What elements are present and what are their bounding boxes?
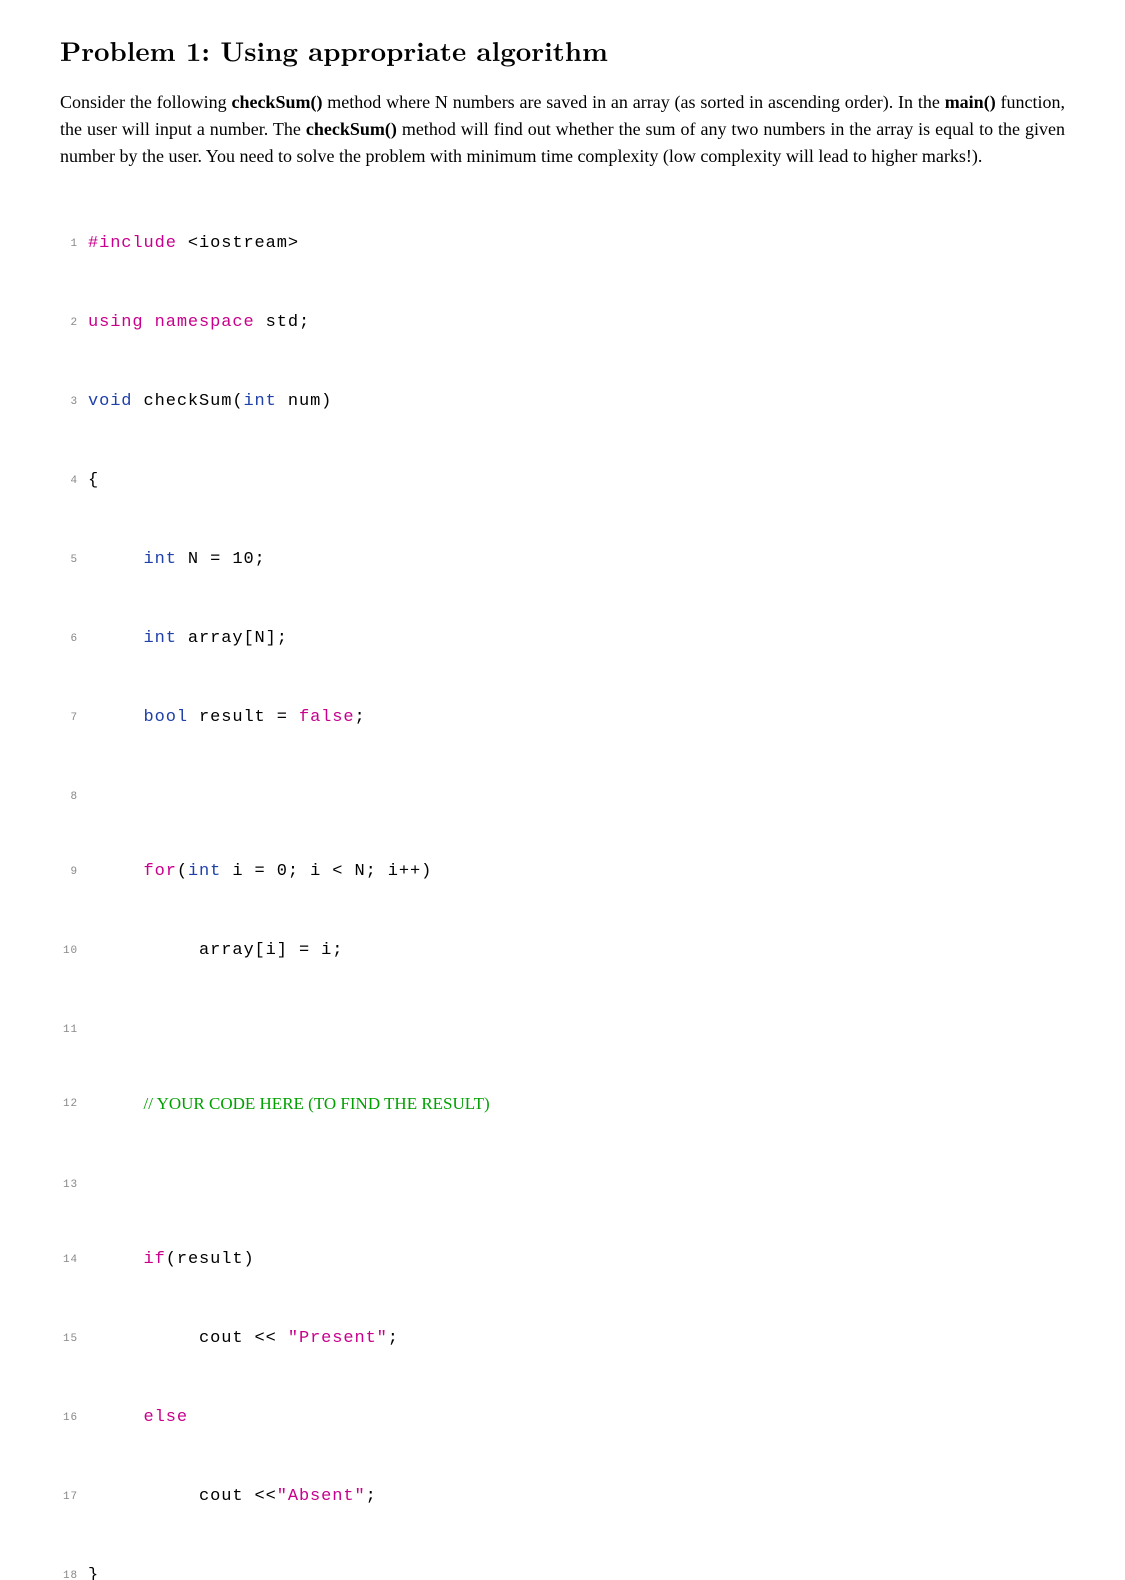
- keyword-token: for: [144, 862, 177, 881]
- code-line: 1#include <iostream>: [60, 231, 1065, 257]
- line-number: 16: [60, 1405, 88, 1431]
- code-text: array[i] = i;: [199, 941, 343, 960]
- code-text: [88, 784, 1065, 806]
- keyword-token: false: [299, 708, 355, 727]
- keyword-token: namespace: [155, 313, 255, 332]
- code-text: [88, 1017, 1065, 1039]
- line-number: 6: [60, 626, 88, 652]
- line-number: 13: [60, 1172, 88, 1194]
- code-text: array[N];: [177, 629, 288, 648]
- line-number: 10: [60, 938, 88, 964]
- keyword-token: else: [144, 1408, 188, 1427]
- code-line: 13: [60, 1172, 1065, 1194]
- code-text: [88, 1172, 1065, 1194]
- code-line: 2using namespace std;: [60, 310, 1065, 336]
- line-number: 5: [60, 547, 88, 573]
- code-text: result =: [188, 708, 299, 727]
- desc-bold-main: main(): [945, 92, 996, 112]
- string-token: "Present": [288, 1329, 388, 1348]
- desc-bold-checksum-2: checkSum(): [306, 119, 397, 139]
- code-text: }: [88, 1563, 1065, 1580]
- line-number: 7: [60, 705, 88, 731]
- type-token: int: [243, 392, 276, 411]
- type-token: bool: [144, 708, 188, 727]
- code-line: 18}: [60, 1563, 1065, 1580]
- code-text: i = 0; i < N; i++): [221, 862, 432, 881]
- problem-title: Problem 1: Using appropriate algorithm: [60, 30, 1065, 69]
- line-number: 14: [60, 1247, 88, 1273]
- line-number: 15: [60, 1326, 88, 1352]
- code-text: <iostream>: [177, 234, 299, 253]
- line-number: 8: [60, 784, 88, 806]
- line-number: 11: [60, 1017, 88, 1039]
- code-text: std;: [255, 313, 311, 332]
- line-number: 9: [60, 859, 88, 885]
- code-text: checkSum(: [132, 392, 243, 411]
- desc-bold-checksum: checkSum(): [231, 92, 322, 112]
- code-line: 8: [60, 784, 1065, 806]
- code-listing: 1#include <iostream> 2using namespace st…: [60, 178, 1065, 1580]
- preprocessor-token: #include: [88, 234, 177, 253]
- line-number: 18: [60, 1563, 88, 1580]
- code-line: 6 int array[N];: [60, 626, 1065, 652]
- code-text: cout <<: [199, 1487, 277, 1506]
- code-text: cout <<: [199, 1329, 288, 1348]
- code-line: 9 for(int i = 0; i < N; i++): [60, 859, 1065, 885]
- line-number: 2: [60, 310, 88, 336]
- code-text: (result): [166, 1250, 255, 1269]
- line-number: 4: [60, 468, 88, 494]
- code-line: 12 // YOUR CODE HERE (TO FIND THE RESULT…: [60, 1091, 1065, 1119]
- code-line: 14 if(result): [60, 1247, 1065, 1273]
- code-line: 7 bool result = false;: [60, 705, 1065, 731]
- code-line: 3void checkSum(int num): [60, 389, 1065, 415]
- type-token: int: [144, 550, 177, 569]
- code-line: 4{: [60, 468, 1065, 494]
- type-token: int: [188, 862, 221, 881]
- code-line: 15 cout << "Present";: [60, 1326, 1065, 1352]
- code-text: ;: [366, 1487, 377, 1506]
- comment-token: // YOUR CODE HERE (TO FIND THE RESULT): [144, 1094, 490, 1113]
- keyword-token: if: [144, 1250, 166, 1269]
- string-token: "Absent": [277, 1487, 366, 1506]
- code-text: ;: [354, 708, 365, 727]
- code-text: num): [277, 392, 333, 411]
- code-line: 11: [60, 1017, 1065, 1039]
- line-number: 3: [60, 389, 88, 415]
- code-text: N = 10;: [177, 550, 266, 569]
- code-line: 16 else: [60, 1405, 1065, 1431]
- code-line: 17 cout <<"Absent";: [60, 1484, 1065, 1510]
- code-line: 5 int N = 10;: [60, 547, 1065, 573]
- code-text: ;: [388, 1329, 399, 1348]
- keyword-token: using: [88, 313, 144, 332]
- type-token: void: [88, 392, 132, 411]
- type-token: int: [144, 629, 177, 648]
- line-number: 12: [60, 1091, 88, 1119]
- line-number: 17: [60, 1484, 88, 1510]
- desc-text: Consider the following: [60, 92, 231, 112]
- desc-text: method where N numbers are saved in an a…: [322, 92, 944, 112]
- problem-description: Consider the following checkSum() method…: [60, 89, 1065, 170]
- code-line: 10 array[i] = i;: [60, 938, 1065, 964]
- line-number: 1: [60, 231, 88, 257]
- code-text: {: [88, 468, 1065, 494]
